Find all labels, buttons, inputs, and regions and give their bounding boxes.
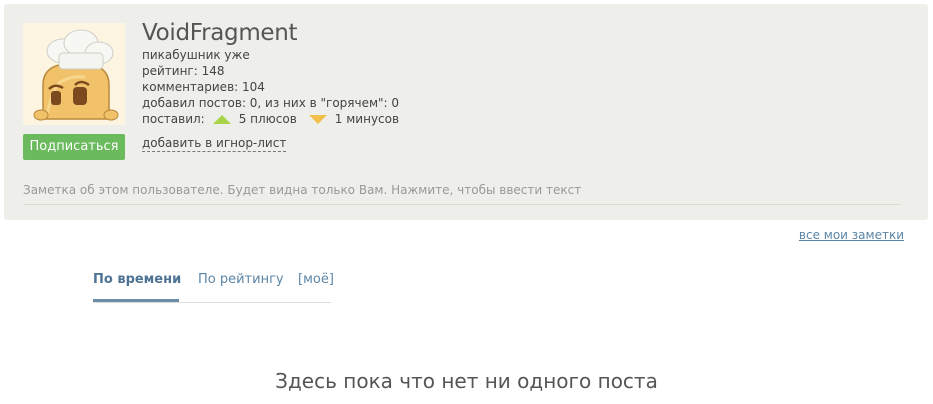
tab-by-rating[interactable]: По рейтингу (198, 272, 284, 287)
user-subtitle: пикабушник уже (142, 48, 250, 62)
votes-prefix: поставил: (142, 112, 205, 126)
user-comments: комментариев: 104 (142, 80, 265, 94)
sort-tabs: По времени По рейтингу [моё] (93, 270, 334, 303)
tab-by-time[interactable]: По времени (93, 272, 181, 287)
tab-mine[interactable]: [моё] (298, 272, 334, 287)
all-notes-link[interactable]: все мои заметки (799, 228, 904, 242)
empty-posts-message: Здесь пока что нет ни одного поста (275, 369, 658, 393)
active-tab-indicator (93, 299, 179, 302)
triangle-up-icon (212, 114, 231, 124)
pluses-count: 5 плюсов (238, 112, 297, 126)
user-note-field[interactable]: Заметка об этом пользователе. Будет видн… (23, 183, 581, 197)
triangle-down-icon (308, 114, 327, 124)
subscribe-button[interactable]: Подписаться (23, 134, 125, 160)
user-info: VoidFragment пикабушник уже рейтинг: 148… (142, 19, 399, 127)
add-to-ignore-link[interactable]: добавить в игнор-лист (142, 135, 287, 152)
profile-panel: VoidFragment пикабушник уже рейтинг: 148… (4, 4, 928, 220)
user-rating: рейтинг: 148 (142, 64, 225, 78)
user-votes: поставил: 5 плюсов 1 минусов (142, 111, 399, 127)
user-avatar[interactable] (23, 23, 125, 125)
user-posts: добавил постов: 0, из них в "горячем": 0 (142, 96, 400, 110)
note-divider (23, 204, 901, 205)
username[interactable]: VoidFragment (142, 19, 399, 47)
chef-avatar-icon (23, 23, 125, 125)
minuses-count: 1 минусов (334, 112, 400, 126)
